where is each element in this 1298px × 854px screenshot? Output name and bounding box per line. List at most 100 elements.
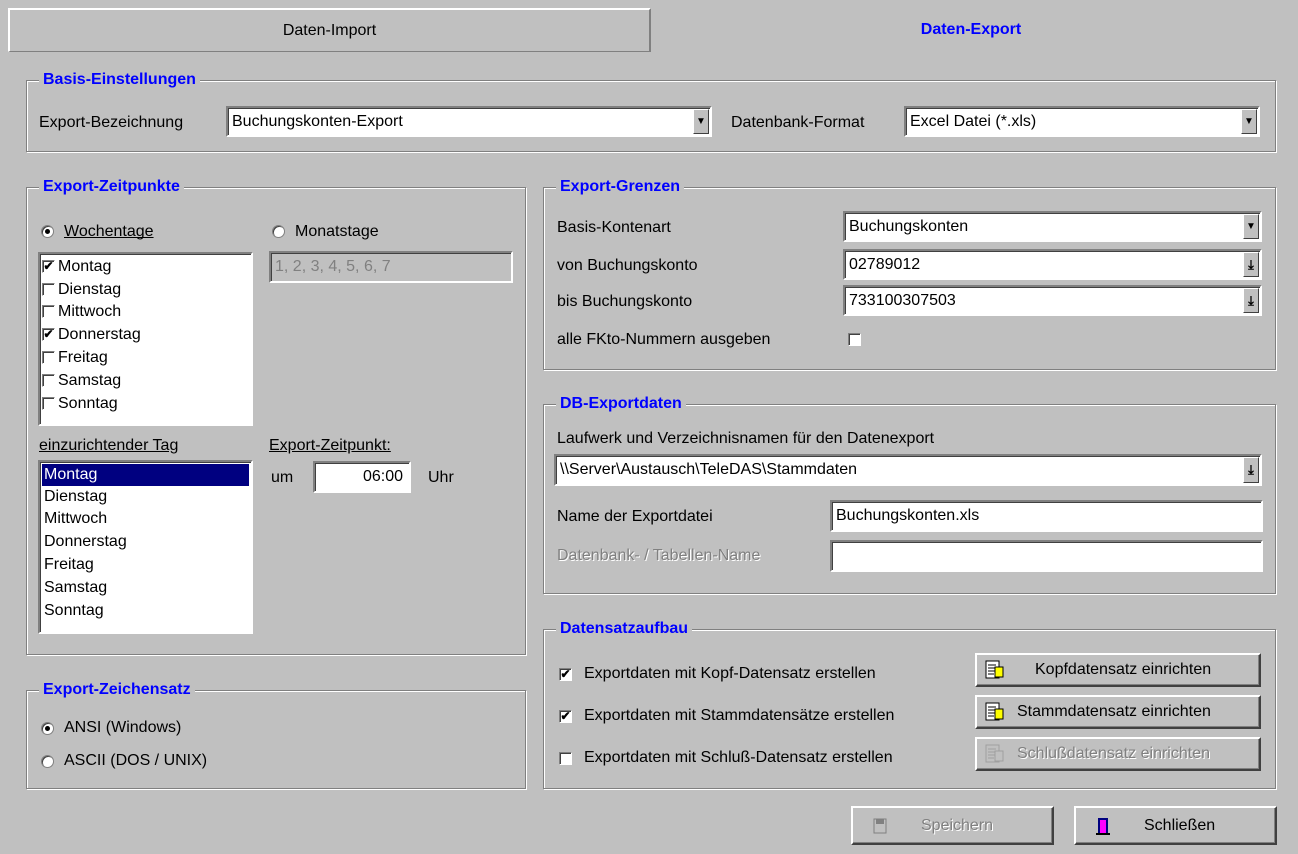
monatstage-input[interactable]: 1, 2, 3, 4, 5, 6, 7 xyxy=(269,251,513,283)
download-arrow-icon[interactable]: ⤓ xyxy=(1243,288,1259,313)
db-exportdaten-group: DB-Exportdaten Laufwerk und Verzeichnisn… xyxy=(543,393,1276,594)
chevron-down-icon[interactable]: ▼ xyxy=(1241,109,1257,134)
download-arrow-icon[interactable]: ⤓ xyxy=(1243,457,1259,483)
kopf-datensatz-checkbox[interactable]: ✔ xyxy=(559,668,572,681)
bis-buchungskonto-label: bis Buchungskonto xyxy=(557,293,693,310)
document-edit-icon xyxy=(983,701,1005,723)
um-label: um xyxy=(271,469,294,486)
schlussdatensatz-einrichten-button[interactable]: Schlußdatensatz einrichten xyxy=(975,737,1261,771)
basis-kontenart-label: Basis-Kontenart xyxy=(557,219,671,236)
exportdatei-name-input[interactable]: Buchungskonten.xls xyxy=(830,500,1263,532)
document-edit-icon xyxy=(983,743,1005,765)
floppy-disk-icon xyxy=(869,815,891,837)
export-bezeichnung-select[interactable]: Buchungskonten-Export ▼ xyxy=(226,106,712,137)
db-exportdaten-title: DB-Exportdaten xyxy=(556,393,686,415)
checkbox[interactable] xyxy=(42,351,55,364)
ascii-label: ASCII (DOS / UNIX) xyxy=(64,752,208,769)
checkbox[interactable]: ✔ xyxy=(42,328,55,341)
export-zeitpunkt-label: Export-Zeitpunkt: xyxy=(269,437,391,454)
stammdatensatz-einrichten-button[interactable]: Stammdatensatz einrichten xyxy=(975,695,1261,729)
exportdatei-name-label: Name der Exportdatei xyxy=(557,508,713,525)
tab-daten-import[interactable]: Daten-Import xyxy=(8,8,651,52)
datensatzaufbau-group: Datensatzaufbau ✔ Exportdaten mit Kopf-D… xyxy=(543,618,1276,789)
ansi-label: ANSI (Windows) xyxy=(64,719,182,736)
export-zeichensatz-group: Export-Zeichensatz ANSI (Windows) ASCII … xyxy=(26,679,526,789)
export-path-input[interactable]: \\Server\Austausch\TeleDAS\Stammdaten ⤓ xyxy=(554,454,1262,486)
schluss-datensatz-label: Exportdaten mit Schluß-Datensatz erstell… xyxy=(584,749,893,766)
wochentage-checklist[interactable]: ✔ Montag Dienstag Mittwoch ✔ Donnerstag Fr… xyxy=(38,252,253,426)
time-value: 06:00 xyxy=(362,468,403,485)
list-item[interactable]: Montag xyxy=(42,464,249,486)
checkbox[interactable] xyxy=(42,397,55,410)
export-grenzen-group: Export-Grenzen Basis-Kontenart Buchungsk… xyxy=(543,176,1276,370)
von-buchungskonto-value: 02789012 xyxy=(849,255,921,273)
chevron-down-icon[interactable]: ▼ xyxy=(1243,214,1259,239)
stamm-datensatz-checkbox[interactable]: ✔ xyxy=(559,710,572,723)
monatstage-label: Monatstage xyxy=(295,223,379,240)
basis-kontenart-value: Buchungskonten xyxy=(849,217,969,235)
list-item[interactable]: Mittwoch xyxy=(42,508,249,530)
day-label: Mittwoch xyxy=(58,303,122,320)
day-label: Montag xyxy=(58,258,112,275)
export-path-value: \\Server\Austausch\TeleDAS\Stammdaten xyxy=(560,461,858,478)
einzurichtender-tag-list[interactable]: Montag Dienstag Mittwoch Donnerstag Frei… xyxy=(38,460,253,634)
checkbox[interactable] xyxy=(42,374,55,387)
alle-fkto-checkbox[interactable] xyxy=(848,333,861,346)
stamm-datensatz-label: Exportdaten mit Stammdatensätze erstelle… xyxy=(584,707,895,724)
day-label: Freitag xyxy=(58,349,108,366)
close-button[interactable]: Schließen xyxy=(1074,806,1277,845)
day-label: Samstag xyxy=(58,372,122,389)
wochentage-radio[interactable] xyxy=(41,225,54,238)
checkbox[interactable]: ✔ xyxy=(42,260,55,273)
close-label: Schließen xyxy=(1144,816,1216,834)
download-arrow-icon[interactable]: ⤓ xyxy=(1243,252,1259,277)
tabellen-name-label: Datenbank- / Tabellen-Name xyxy=(557,547,761,564)
datenbank-format-value: Excel Datei (*.xls) xyxy=(910,112,1037,130)
basis-einstellungen-title: Basis-Einstellungen xyxy=(39,69,200,91)
checkbox[interactable] xyxy=(42,305,55,318)
kopfdatensatz-einrichten-button[interactable]: Kopfdatensatz einrichten xyxy=(975,653,1261,687)
tabellen-name-input[interactable] xyxy=(830,540,1263,572)
einzurichtender-tag-label: einzurichtender Tag xyxy=(39,437,179,454)
laufwerk-label: Laufwerk und Verzeichnisnamen für den Da… xyxy=(557,430,935,447)
basis-kontenart-select[interactable]: Buchungskonten ▼ xyxy=(843,211,1262,242)
schlussdatensatz-einrichten-label: Schlußdatensatz einrichten xyxy=(1017,745,1210,762)
datenbank-format-select[interactable]: Excel Datei (*.xls) ▼ xyxy=(904,106,1260,137)
save-button[interactable]: Speichern xyxy=(851,806,1054,845)
von-buchungskonto-input[interactable]: 02789012 ⤓ xyxy=(843,249,1262,280)
export-zeitpunkte-title: Export-Zeitpunkte xyxy=(39,176,184,198)
list-item[interactable]: Freitag xyxy=(42,554,249,576)
wochentage-label: Wochentage xyxy=(64,223,154,240)
alle-fkto-label: alle FKto-Nummern ausgeben xyxy=(557,331,771,348)
ansi-radio[interactable] xyxy=(41,722,54,735)
list-item[interactable]: Donnerstag xyxy=(42,531,249,553)
bis-buchungskonto-input[interactable]: 733100307503 ⤓ xyxy=(843,285,1262,316)
ascii-radio[interactable] xyxy=(41,755,54,768)
basis-einstellungen-group: Basis-Einstellungen Export-Bezeichnung B… xyxy=(26,69,1276,152)
bis-buchungskonto-value: 733100307503 xyxy=(849,291,956,309)
schluss-datensatz-checkbox[interactable] xyxy=(559,752,572,765)
save-label: Speichern xyxy=(921,816,994,834)
chevron-down-icon[interactable]: ▼ xyxy=(693,109,709,134)
monatstage-value: 1, 2, 3, 4, 5, 6, 7 xyxy=(275,258,391,275)
kopfdatensatz-einrichten-label: Kopfdatensatz einrichten xyxy=(1035,661,1212,678)
day-label: Dienstag xyxy=(58,281,122,298)
von-buchungskonto-label: von Buchungskonto xyxy=(557,257,698,274)
stammdatensatz-einrichten-label: Stammdatensatz einrichten xyxy=(1017,703,1211,720)
time-input[interactable]: 06:00 xyxy=(313,461,411,493)
export-bezeichnung-label: Export-Bezeichnung xyxy=(39,114,184,131)
kopf-datensatz-label: Exportdaten mit Kopf-Datensatz erstellen xyxy=(584,665,876,682)
list-item[interactable]: Dienstag xyxy=(42,486,249,508)
document-edit-icon xyxy=(983,659,1005,681)
checkbox[interactable] xyxy=(42,283,55,296)
monatstage-radio[interactable] xyxy=(272,225,285,238)
day-label: Sonntag xyxy=(58,395,118,412)
exportdatei-name-value: Buchungskonten.xls xyxy=(836,507,980,524)
tab-import-label: Daten-Import xyxy=(282,21,377,39)
tab-daten-export[interactable]: Daten-Export xyxy=(651,8,1291,52)
door-exit-icon xyxy=(1092,815,1114,837)
day-label: Donnerstag xyxy=(58,326,141,343)
datenbank-format-label: Datenbank-Format xyxy=(731,114,865,131)
list-item[interactable]: Samstag xyxy=(42,577,249,599)
list-item[interactable]: Sonntag xyxy=(42,600,249,622)
